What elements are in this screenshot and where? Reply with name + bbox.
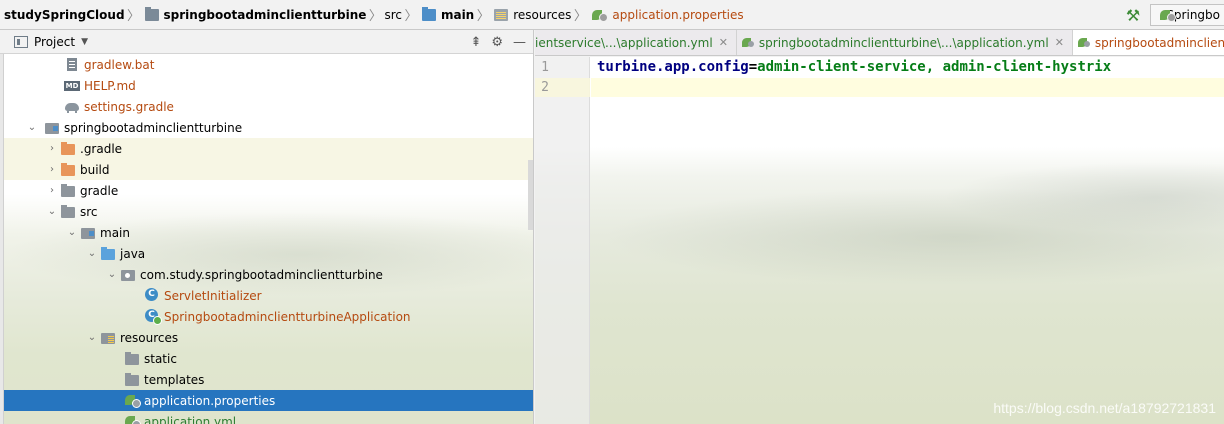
excluded-folder-icon	[60, 138, 76, 159]
breadcrumb-module[interactable]: springbootadminclientturbine	[141, 0, 369, 30]
module-folder-icon	[144, 6, 159, 21]
spring-yml-icon	[124, 411, 141, 424]
tree-item-main[interactable]: ⌄ main	[4, 222, 533, 243]
resources-folder-icon	[494, 8, 509, 21]
line-number: 2	[541, 80, 549, 95]
project-view-selector[interactable]: Project	[34, 35, 75, 49]
spring-boot-icon	[1159, 8, 1182, 22]
tree-item-src[interactable]: ⌄ src	[4, 201, 533, 222]
tree-item-application-properties[interactable]: application.properties	[4, 390, 533, 411]
resources-folder-icon	[100, 327, 116, 348]
spring-yml-icon	[741, 36, 757, 50]
collapsed-arrow-icon[interactable]: ›	[44, 159, 60, 180]
source-root-folder-icon	[80, 222, 96, 243]
tree-item-gradlew-bat[interactable]: gradlew.bat	[4, 54, 533, 75]
breadcrumb-file[interactable]: application.properties	[587, 0, 745, 30]
gear-icon[interactable]: ⚙	[491, 35, 503, 50]
project-tool-window: Project ▼ ⇞ ⚙ — gradlew.bat HELP.md sett…	[0, 30, 534, 424]
expanded-arrow-icon[interactable]: ⌄	[84, 327, 100, 348]
package-icon	[120, 264, 136, 285]
navigation-bar: studySpringCloud 〉 springbootadminclient…	[0, 0, 1224, 30]
line-number-gutter[interactable]	[535, 57, 590, 424]
markdown-file-icon	[64, 75, 80, 96]
tree-item-application-yml[interactable]: application.yml	[4, 411, 533, 424]
close-icon[interactable]: ✕	[1055, 36, 1064, 49]
tree-item-static[interactable]: static	[4, 348, 533, 369]
property-value: admin-client-service, admin-client-hystr…	[757, 59, 1112, 75]
breadcrumb-resources[interactable]: resources	[490, 0, 573, 30]
batch-file-icon	[64, 54, 80, 75]
tree-item-java[interactable]: ⌄ java	[4, 243, 533, 264]
build-hammer-icon[interactable]: ⚒	[1122, 4, 1144, 26]
property-separator: =	[748, 59, 758, 75]
folder-icon	[421, 6, 436, 21]
folder-icon	[124, 369, 140, 390]
spring-properties-icon	[124, 390, 141, 411]
tree-item-help-md[interactable]: HELP.md	[4, 75, 533, 96]
tree-item-servlet-initializer[interactable]: ServletInitializer	[4, 285, 533, 306]
run-configuration-selector[interactable]: Springbo	[1150, 4, 1224, 26]
expanded-arrow-icon[interactable]: ⌄	[104, 264, 120, 285]
collapsed-arrow-icon[interactable]: ›	[44, 138, 60, 159]
vertical-scrollbar[interactable]	[528, 160, 533, 230]
line-number: 1	[541, 60, 549, 75]
tree-item-resources[interactable]: ⌄ resources	[4, 327, 533, 348]
project-view-icon	[14, 35, 28, 48]
collapsed-arrow-icon[interactable]: ›	[44, 180, 60, 201]
editor-tab-bar: ientservice\...\application.yml ✕ spring…	[535, 30, 1224, 56]
breadcrumb-main[interactable]: main	[418, 0, 476, 30]
chevron-right-icon: 〉	[476, 9, 490, 24]
code-line-1[interactable]: turbine.app.config=admin-client-service,…	[597, 59, 1111, 75]
chevron-right-icon: 〉	[368, 9, 382, 24]
tab-turbine-application-yml[interactable]: springbootadminclientturbine\...\applica…	[737, 30, 1073, 55]
tab-application-properties[interactable]: springbootadminclientturbine	[1072, 30, 1224, 55]
close-icon[interactable]: ✕	[719, 36, 728, 49]
current-line-highlight	[591, 78, 1224, 97]
breadcrumb-src[interactable]: src	[382, 0, 404, 30]
tab-client-service-application-yml[interactable]: ientservice\...\application.yml ✕	[535, 30, 737, 55]
class-icon	[144, 285, 160, 306]
tree-item-templates[interactable]: templates	[4, 369, 533, 390]
excluded-folder-icon	[60, 159, 76, 180]
expanded-arrow-icon[interactable]: ⌄	[24, 117, 40, 138]
spring-properties-icon	[591, 8, 609, 22]
gradle-file-icon	[64, 96, 80, 117]
chevron-right-icon: 〉	[404, 9, 418, 24]
chevron-right-icon: 〉	[127, 9, 141, 24]
tree-item-application-class[interactable]: SpringbootadminclientturbineApplication	[4, 306, 533, 327]
tree-item-gradle[interactable]: › gradle	[4, 180, 533, 201]
source-folder-icon	[100, 243, 116, 264]
folder-icon	[124, 348, 140, 369]
tree-item-build[interactable]: › build	[4, 159, 533, 180]
breadcrumb-project[interactable]: studySpringCloud	[2, 0, 127, 30]
folder-icon	[60, 180, 76, 201]
folder-icon	[60, 201, 76, 222]
tree-item-settings-gradle[interactable]: settings.gradle	[4, 96, 533, 117]
expanded-arrow-icon[interactable]: ⌄	[84, 243, 100, 264]
tree-item-dot-gradle[interactable]: › .gradle	[4, 138, 533, 159]
expanded-arrow-icon[interactable]: ⌄	[64, 222, 80, 243]
minimize-icon[interactable]: —	[513, 35, 526, 50]
chevron-down-icon[interactable]: ▼	[81, 37, 88, 47]
code-editor[interactable]: 1 2 turbine.app.config=admin-client-serv…	[535, 57, 1224, 424]
collapse-all-icon[interactable]: ⇞	[470, 35, 481, 50]
spring-properties-icon	[1077, 36, 1093, 50]
project-panel-header: Project ▼ ⇞ ⚙ —	[0, 30, 533, 54]
chevron-right-icon: 〉	[573, 9, 587, 24]
tree-item-package[interactable]: ⌄ com.study.springbootadminclientturbine	[4, 264, 533, 285]
expanded-arrow-icon[interactable]: ⌄	[44, 201, 60, 222]
spring-boot-class-icon	[144, 306, 162, 327]
tree-item-module[interactable]: ⌄ springbootadminclientturbine	[4, 117, 533, 138]
watermark: https://blog.csdn.net/a18792721831	[993, 400, 1216, 416]
property-key: turbine.app.config	[597, 59, 749, 75]
module-folder-icon	[44, 117, 60, 138]
